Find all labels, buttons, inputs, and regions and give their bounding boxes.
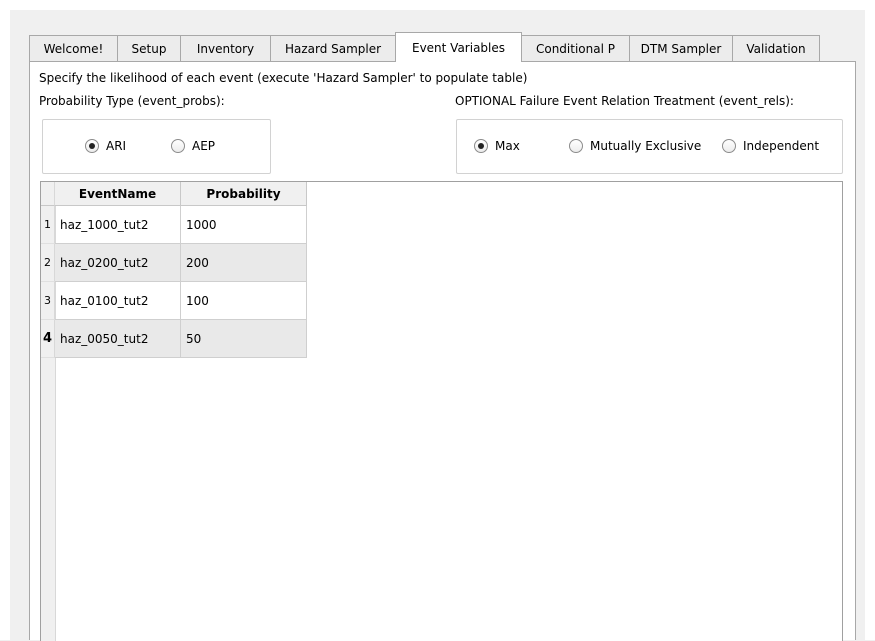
radio-independent-indicator [722, 139, 736, 153]
probability-cell[interactable]: 100 [181, 282, 307, 320]
tab-welcome[interactable]: Welcome! [29, 35, 118, 62]
table-row[interactable]: 3 haz_0100_tut2 100 [41, 282, 307, 320]
event-name-cell[interactable]: haz_0200_tut2 [55, 244, 181, 282]
tab-label: DTM Sampler [640, 42, 722, 56]
tab-label: Setup [131, 42, 167, 56]
tab-label: Inventory [196, 42, 255, 56]
tab-event-variables[interactable]: Event Variables [395, 32, 522, 62]
event-name-cell[interactable]: haz_0050_tut2 [55, 320, 181, 358]
radio-mutually-exclusive-indicator [569, 139, 583, 153]
radio-max-label: Max [495, 139, 520, 153]
tab-inventory[interactable]: Inventory [180, 35, 271, 62]
event-name-cell[interactable]: haz_0100_tut2 [55, 282, 181, 320]
radio-aep[interactable]: AEP [171, 139, 215, 153]
tab-label: Conditional P [535, 42, 615, 56]
tab-label: Hazard Sampler [284, 42, 382, 56]
tab-dtm-sampler[interactable]: DTM Sampler [629, 35, 733, 62]
table-corner[interactable] [41, 182, 55, 206]
tab-label: Validation [746, 42, 806, 56]
tab-label: Welcome! [43, 42, 104, 56]
radio-ari-indicator [85, 139, 99, 153]
radio-aep-indicator [171, 139, 185, 153]
column-header-probability[interactable]: Probability [181, 182, 307, 206]
probability-cell[interactable]: 200 [181, 244, 307, 282]
table-header: EventName Probability [41, 182, 307, 206]
probability-type-group: ARI AEP [42, 119, 271, 174]
tab-bar: Welcome! Setup Inventory Hazard Sampler … [29, 32, 820, 62]
column-header-eventname[interactable]: EventName [55, 182, 181, 206]
table-row[interactable]: 2 haz_0200_tut2 200 [41, 244, 307, 282]
event-relation-label: OPTIONAL Failure Event Relation Treatmen… [455, 94, 794, 108]
event-variables-panel: Specify the likelihood of each event (ex… [29, 61, 856, 641]
tab-hazard-sampler[interactable]: Hazard Sampler [270, 35, 396, 62]
radio-independent-label: Independent [743, 139, 820, 153]
radio-ari[interactable]: ARI [85, 139, 126, 153]
row-header-current[interactable]: 4 [41, 320, 55, 358]
tab-conditional-p[interactable]: Conditional P [521, 35, 630, 62]
probability-type-label: Probability Type (event_probs): [39, 94, 225, 108]
event-name-cell[interactable]: haz_1000_tut2 [55, 206, 181, 244]
radio-independent[interactable]: Independent [722, 139, 819, 153]
table-row[interactable]: 4 haz_0050_tut2 50 [41, 320, 307, 358]
tab-label: Event Variables [411, 40, 506, 55]
application-window: Welcome! Setup Inventory Hazard Sampler … [0, 0, 875, 641]
radio-aep-label: AEP [192, 139, 216, 153]
event-table[interactable]: EventName Probability 1 haz_1000_tut2 10… [40, 181, 843, 641]
probability-cell[interactable]: 50 [181, 320, 307, 358]
instructions-text: Specify the likelihood of each event (ex… [39, 71, 528, 85]
radio-max[interactable]: Max [474, 139, 520, 153]
radio-max-indicator [474, 139, 488, 153]
probability-cell[interactable]: 1000 [181, 206, 307, 244]
table-row[interactable]: 1 haz_1000_tut2 1000 [41, 206, 307, 244]
row-header[interactable]: 1 [41, 206, 55, 244]
radio-mutually-exclusive-label: Mutually Exclusive [590, 139, 702, 153]
radio-ari-label: ARI [106, 139, 127, 153]
row-header[interactable]: 2 [41, 244, 55, 282]
tab-validation[interactable]: Validation [732, 35, 820, 62]
row-header[interactable]: 3 [41, 282, 55, 320]
radio-mutually-exclusive[interactable]: Mutually Exclusive [569, 139, 701, 153]
event-relation-group: Max Mutually Exclusive Independent [456, 119, 843, 174]
tab-setup[interactable]: Setup [117, 35, 181, 62]
